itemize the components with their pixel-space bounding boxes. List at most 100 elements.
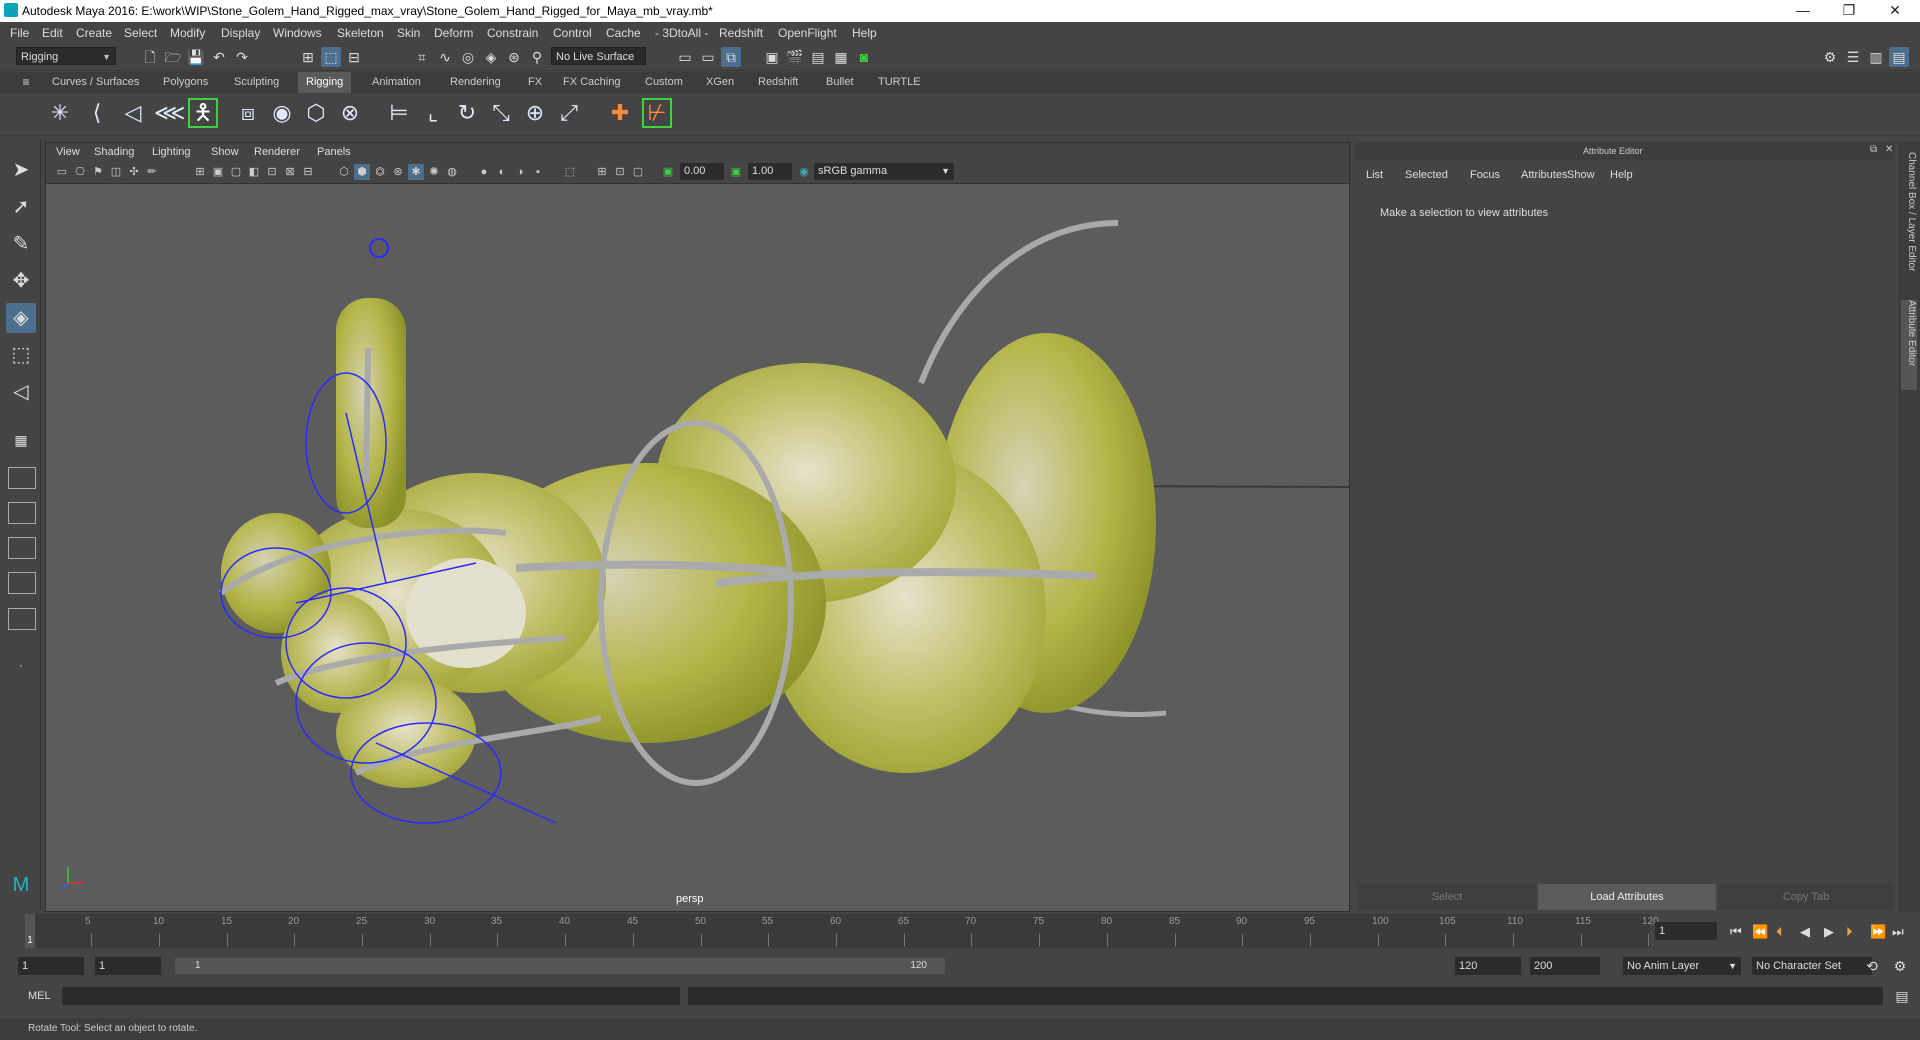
render-frame-icon[interactable]: 🎬 — [785, 47, 805, 67]
snap-point-icon[interactable]: ◎ — [458, 47, 478, 67]
pole-vector-icon[interactable]: ⤢ — [554, 98, 584, 128]
ipr-render-icon[interactable]: ▤ — [808, 47, 828, 67]
auto-key-icon[interactable]: ⟲ — [1862, 956, 1882, 976]
set-driven-key-icon[interactable]: ⊬ — [642, 98, 672, 128]
animation-prefs-icon[interactable]: ⚙ — [1890, 956, 1910, 976]
joint-tool-icon[interactable]: ✳ — [45, 98, 75, 128]
make-live-icon[interactable]: ⚲ — [527, 47, 547, 67]
vp-menu-renderer[interactable]: Renderer — [254, 146, 300, 158]
frame-cam-icon[interactable]: ▢ — [630, 164, 646, 180]
frame-selection-icon[interactable]: ⊡ — [612, 164, 628, 180]
gamma-field[interactable]: 1.00 — [748, 163, 792, 180]
ik-spline-icon[interactable]: ⋘ — [154, 98, 185, 128]
aim-constraint-icon[interactable]: ⌞ — [418, 98, 448, 128]
tab-xgen[interactable]: XGen — [698, 72, 742, 93]
menu-select[interactable]: Select — [124, 26, 157, 40]
color-management-icon[interactable]: ◉ — [796, 164, 812, 180]
wireframe-on-shaded-icon[interactable]: ⏣ — [372, 164, 388, 180]
menu-help[interactable]: Help — [852, 26, 877, 40]
outliner-persp-layout-icon[interactable] — [8, 537, 36, 559]
use-all-lights-icon[interactable]: ✱ — [408, 164, 424, 180]
motion-blur-icon[interactable]: ▪ — [530, 164, 546, 180]
tab-curves-surfaces[interactable]: Curves / Surfaces — [44, 72, 147, 93]
camera-attributes-icon[interactable]: ⎔ — [72, 164, 88, 180]
step-back-frame-icon[interactable]: ⏴ — [1776, 924, 1783, 940]
render-view-icon[interactable]: ▣ — [762, 47, 782, 67]
field-chart-icon[interactable]: ⊡ — [264, 164, 280, 180]
menu-modify[interactable]: Modify — [170, 26, 205, 40]
perspective-viewport[interactable]: View Shading Lighting Show Renderer Pane… — [45, 142, 1350, 912]
layout-menu-icon[interactable]: · — [6, 650, 36, 680]
current-time-marker[interactable]: 1 — [25, 914, 35, 948]
select-hierarchy-icon[interactable]: ⊞ — [298, 47, 318, 67]
menu-constrain[interactable]: Constrain — [487, 26, 538, 40]
tab-rendering[interactable]: Rendering — [442, 72, 509, 93]
new-scene-icon[interactable]: 🗋 — [140, 47, 160, 67]
save-scene-icon[interactable]: 💾 — [186, 47, 206, 67]
four-pane-layout-icon[interactable] — [8, 467, 36, 489]
animation-end-field[interactable]: 200 — [1530, 957, 1600, 975]
film-gate-icon[interactable]: ▣ — [210, 164, 226, 180]
ae-menu-attributes[interactable]: Attributes — [1521, 169, 1567, 181]
character-set-dropdown[interactable]: No Character Set — [1752, 957, 1872, 975]
rotate-tool-icon[interactable]: ◈ — [6, 303, 36, 333]
live-surface-field[interactable]: No Live Surface — [551, 47, 646, 65]
tab-fx[interactable]: FX — [520, 72, 550, 93]
cluster-icon[interactable]: ⊗ — [335, 98, 365, 128]
grid-icon[interactable]: ⊞ — [192, 164, 208, 180]
insert-joint-icon[interactable]: ⟨ — [82, 98, 112, 128]
load-attributes-button[interactable]: Load Attributes — [1538, 884, 1716, 910]
hypershade-layout-icon[interactable] — [8, 608, 36, 630]
hypershade-icon[interactable]: ◙ — [854, 47, 874, 67]
snap-view-icon[interactable]: ◈ — [481, 47, 501, 67]
thumb-control[interactable] — [363, 347, 371, 484]
tab-rigging[interactable]: Rigging — [298, 72, 352, 93]
joint-root-icon[interactable] — [369, 238, 389, 258]
menu-edit[interactable]: Edit — [42, 26, 63, 40]
open-scene-icon[interactable]: 🗁 — [163, 47, 183, 67]
parent-constraint-icon[interactable]: ⊕ — [520, 98, 550, 128]
maximize-button[interactable]: ❐ — [1826, 0, 1872, 22]
tab-attribute-editor[interactable]: Attribute Editor — [1901, 300, 1917, 390]
camera-select-icon[interactable]: ▭ — [54, 164, 70, 180]
copy-tab-button[interactable]: Copy Tab — [1718, 884, 1894, 910]
ambient-occlusion-icon[interactable]: ◑ — [512, 164, 528, 180]
wireframe-icon[interactable]: ⬡ — [336, 164, 352, 180]
paint-weights-icon[interactable]: ◉ — [267, 98, 297, 128]
select-object-icon[interactable]: ⬚ — [321, 47, 341, 67]
grease-pencil-icon[interactable]: ✏ — [144, 164, 160, 180]
vp-menu-view[interactable]: View — [56, 146, 80, 158]
playback-start-field[interactable]: 1 — [95, 957, 161, 975]
persp-graph-layout-icon[interactable] — [8, 572, 36, 594]
humanik-icon[interactable]: 🯅 — [188, 98, 218, 128]
toggle-channel-box-icon[interactable]: ▤ — [1889, 47, 1909, 67]
ae-menu-show[interactable]: Show — [1567, 169, 1595, 181]
menu-skin[interactable]: Skin — [397, 26, 420, 40]
tab-fx-caching[interactable]: FX Caching — [555, 72, 628, 93]
snap-curve-icon[interactable]: ∿ — [435, 47, 455, 67]
menu-display[interactable]: Display — [221, 26, 260, 40]
go-to-start-icon[interactable]: ⏮ — [1730, 924, 1742, 940]
play-forward-icon[interactable]: ▶ — [1824, 924, 1834, 940]
shelf-menu-icon[interactable]: ≡ — [16, 72, 36, 92]
menu-create[interactable]: Create — [76, 26, 112, 40]
step-back-key-icon[interactable]: ⏪ — [1752, 924, 1768, 940]
tab-bullet[interactable]: Bullet — [818, 72, 862, 93]
ae-menu-selected[interactable]: Selected — [1405, 169, 1448, 181]
script-language-label[interactable]: MEL — [28, 990, 51, 1002]
menu-deform[interactable]: Deform — [434, 26, 473, 40]
animation-start-field[interactable]: 1 — [18, 957, 84, 975]
toggle-attribute-editor-icon[interactable]: ☰ — [1843, 47, 1863, 67]
tab-sculpting[interactable]: Sculpting — [226, 72, 287, 93]
close-icon[interactable]: ✕ — [1885, 144, 1893, 155]
bookmark-icon[interactable]: ⚑ — [90, 164, 106, 180]
move-tool-icon[interactable]: ✥ — [6, 266, 36, 296]
xray-active-icon[interactable]: ◐ — [494, 164, 510, 180]
menuset-dropdown[interactable]: Rigging ▼ — [16, 47, 116, 65]
tab-custom[interactable]: Custom — [637, 72, 691, 93]
scale-constraint-icon[interactable]: ⤡ — [486, 98, 516, 128]
bind-skin-icon[interactable]: ⧈ — [233, 98, 263, 128]
ae-menu-help[interactable]: Help — [1610, 169, 1633, 181]
step-forward-key-icon[interactable]: ⏩ — [1870, 924, 1886, 940]
current-frame-field[interactable]: 1 — [1655, 922, 1717, 940]
